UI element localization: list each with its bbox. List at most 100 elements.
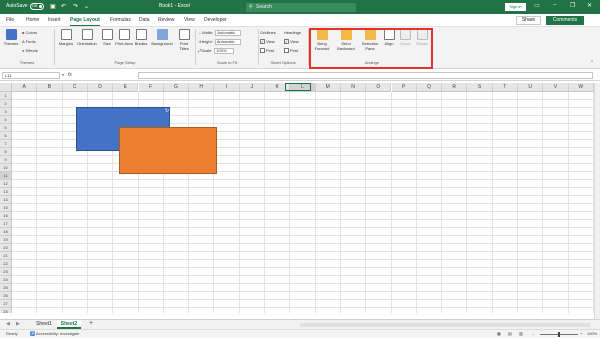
effects-button[interactable]: ● Effects xyxy=(22,48,38,53)
row-header-28[interactable]: 28 xyxy=(0,308,12,313)
comments-button[interactable]: Comments xyxy=(546,16,584,25)
gridlines-view-checkbox[interactable]: ✓ View xyxy=(260,39,275,45)
tab-data[interactable]: Data xyxy=(139,17,150,23)
page-break-view-icon[interactable]: ▥ xyxy=(519,331,523,336)
orientation-button[interactable]: Orientation xyxy=(75,29,99,46)
tab-formulas[interactable]: Formulas xyxy=(110,17,131,23)
page-layout-view-icon[interactable]: ▤ xyxy=(508,331,512,336)
column-header-e[interactable]: E xyxy=(113,83,139,92)
formula-input[interactable] xyxy=(138,72,593,79)
row-header-12[interactable]: 12 xyxy=(0,180,12,188)
tab-file[interactable]: File xyxy=(6,17,14,23)
horizontal-scrollbar[interactable] xyxy=(300,323,590,327)
column-header-p[interactable]: P xyxy=(391,83,417,92)
row-header-11[interactable]: 11 xyxy=(0,172,12,180)
row-header-18[interactable]: 18 xyxy=(0,228,12,236)
row-header-14[interactable]: 14 xyxy=(0,196,12,204)
column-header-u[interactable]: U xyxy=(518,83,544,92)
width-control[interactable]: ↔Width: Automatic xyxy=(198,30,242,36)
row-header-21[interactable]: 21 xyxy=(0,252,12,260)
close-icon[interactable]: ✕ xyxy=(587,2,592,9)
scale-control[interactable]: ⤢Scale: 100% xyxy=(198,48,235,54)
column-header-t[interactable]: T xyxy=(492,83,518,92)
column-header-o[interactable]: O xyxy=(366,83,392,92)
column-header-v[interactable]: V xyxy=(543,83,569,92)
sheet-tab-sheet1[interactable]: Sheet1 xyxy=(32,320,56,329)
column-header-d[interactable]: D xyxy=(87,83,114,92)
row-header-6[interactable]: 6 xyxy=(0,132,12,140)
zoom-in-icon[interactable]: + xyxy=(580,331,582,336)
autosave-toggle[interactable]: Off xyxy=(30,3,44,10)
tab-insert[interactable]: Insert xyxy=(48,17,61,23)
sign-in-button[interactable]: Sign in xyxy=(505,3,526,11)
save-icon[interactable]: ▣ xyxy=(50,3,56,10)
row-header-15[interactable]: 15 xyxy=(0,204,12,212)
height-control[interactable]: ↕Height: Automatic xyxy=(198,39,241,45)
vertical-scrollbar[interactable] xyxy=(594,83,600,319)
normal-view-icon[interactable]: ▦ xyxy=(497,331,501,336)
print-area-button[interactable]: Print Area xyxy=(115,29,133,46)
column-header-m[interactable]: M xyxy=(315,83,341,92)
select-all-corner[interactable] xyxy=(0,83,12,92)
row-header-4[interactable]: 4 xyxy=(0,116,12,124)
row-header-10[interactable]: 10 xyxy=(0,164,12,172)
insert-function-icon[interactable]: fx xyxy=(68,72,72,78)
column-header-h[interactable]: H xyxy=(189,83,215,92)
name-box-dropdown-icon[interactable]: ▾ xyxy=(62,72,64,77)
column-header-c[interactable]: C xyxy=(62,83,88,92)
row-header-1[interactable]: 1 xyxy=(0,92,12,100)
headings-view-checkbox[interactable]: ✓ View xyxy=(284,39,299,45)
row-header-16[interactable]: 16 xyxy=(0,212,12,220)
scale-spinner[interactable]: 100% xyxy=(214,48,235,54)
search-box[interactable]: ⚲ Search xyxy=(246,3,356,12)
row-header-19[interactable]: 19 xyxy=(0,236,12,244)
tab-developer[interactable]: Developer xyxy=(204,17,227,23)
worksheet-grid[interactable]: ↻ A B C D E F G H I J K L M N O P Q R S T U V W 1 2 3 4 5 6 7 8 9 10 11 12… xyxy=(0,83,594,313)
column-header-s[interactable]: S xyxy=(467,83,493,92)
gridlines-print-checkbox[interactable]: Print xyxy=(260,48,274,54)
rotation-handle-icon[interactable]: ↻ xyxy=(165,108,170,114)
row-header-13[interactable]: 13 xyxy=(0,188,12,196)
print-titles-button[interactable]: Print Titles xyxy=(176,29,192,51)
width-dropdown[interactable]: Automatic xyxy=(215,30,242,36)
row-header-20[interactable]: 20 xyxy=(0,244,12,252)
column-header-r[interactable]: R xyxy=(442,83,468,92)
active-cell-L11[interactable] xyxy=(285,83,311,91)
restore-icon[interactable]: ❐ xyxy=(570,2,575,9)
zoom-level[interactable]: 100% xyxy=(587,331,597,336)
row-header-27[interactable]: 27 xyxy=(0,300,12,308)
zoom-out-icon[interactable]: – xyxy=(532,331,534,336)
sheet-tab-sheet2[interactable]: Sheet2 xyxy=(57,320,81,329)
row-header-26[interactable]: 26 xyxy=(0,292,12,300)
tab-review[interactable]: Review xyxy=(158,17,174,23)
name-box[interactable]: L11 xyxy=(2,72,60,79)
row-header-7[interactable]: 7 xyxy=(0,140,12,148)
column-header-n[interactable]: N xyxy=(340,83,367,92)
height-dropdown[interactable]: Automatic xyxy=(214,39,241,45)
column-header-a[interactable]: A xyxy=(12,83,38,92)
row-header-5[interactable]: 5 xyxy=(0,124,12,132)
breaks-button[interactable]: Breaks xyxy=(133,29,149,46)
column-header-b[interactable]: B xyxy=(37,83,63,92)
prev-sheet-icon[interactable]: ◀ xyxy=(6,321,10,327)
column-header-j[interactable]: J xyxy=(239,83,265,92)
row-header-25[interactable]: 25 xyxy=(0,284,12,292)
margins-button[interactable]: Margins xyxy=(57,29,75,46)
collapse-ribbon-icon[interactable]: ⌃ xyxy=(590,60,594,66)
row-header-9[interactable]: 9 xyxy=(0,156,12,164)
column-header-g[interactable]: G xyxy=(163,83,190,92)
column-header-f[interactable]: F xyxy=(138,83,164,92)
row-header-24[interactable]: 24 xyxy=(0,276,12,284)
headings-print-checkbox[interactable]: Print xyxy=(284,48,298,54)
share-button[interactable]: Share xyxy=(516,16,541,25)
colors-button[interactable]: ■ Colors xyxy=(22,30,37,35)
ribbon-display-icon[interactable]: ▭ xyxy=(534,2,540,9)
row-header-22[interactable]: 22 xyxy=(0,260,12,268)
add-sheet-button[interactable]: + xyxy=(89,320,93,327)
minimize-icon[interactable]: – xyxy=(553,2,556,8)
tab-view[interactable]: View xyxy=(184,17,195,23)
customize-qat-icon[interactable]: ⌄ xyxy=(84,3,89,10)
tab-home[interactable]: Home xyxy=(26,17,39,23)
background-button[interactable]: Background xyxy=(149,29,175,46)
size-button[interactable]: Size xyxy=(100,29,114,46)
